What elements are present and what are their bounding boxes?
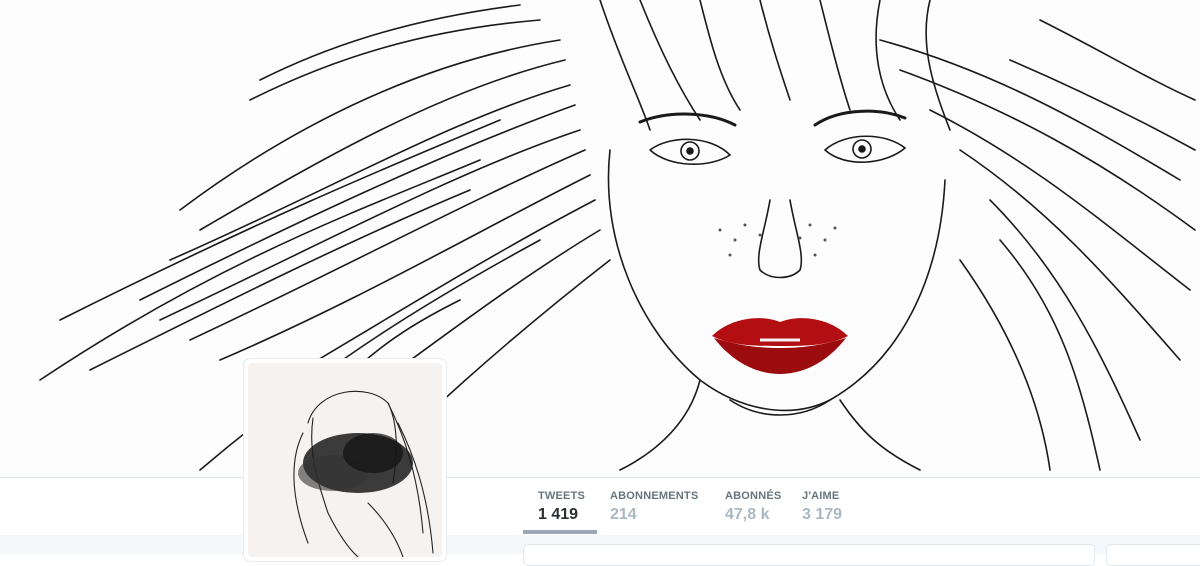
profile-stats-nav: TWEETS 1 419 ABONNEMENTS 214 ABONNÉS 47,… bbox=[523, 477, 850, 534]
stat-tweets-label: TWEETS bbox=[538, 490, 586, 502]
profile-banner bbox=[0, 0, 1200, 477]
stat-likes[interactable]: J'AIME 3 179 bbox=[790, 477, 850, 534]
avatar-image bbox=[248, 363, 442, 557]
stat-followers-label: ABONNÉS bbox=[725, 490, 782, 502]
side-card bbox=[1106, 544, 1200, 566]
red-lips bbox=[712, 318, 848, 374]
stat-tweets[interactable]: TWEETS 1 419 bbox=[523, 477, 597, 534]
stat-likes-value: 3 179 bbox=[802, 506, 843, 523]
stat-following-value: 214 bbox=[610, 506, 637, 523]
stat-likes-label: J'AIME bbox=[802, 490, 840, 502]
stat-following[interactable]: ABONNEMENTS 214 bbox=[597, 477, 709, 534]
stat-tweets-value: 1 419 bbox=[538, 506, 579, 523]
stat-followers-value: 47,8 k bbox=[725, 506, 770, 523]
avatar-illustration bbox=[293, 390, 434, 557]
banner-illustration bbox=[39, 0, 1196, 471]
profile-avatar[interactable] bbox=[244, 359, 446, 561]
stat-followers[interactable]: ABONNÉS 47,8 k bbox=[709, 477, 790, 534]
stat-following-label: ABONNEMENTS bbox=[610, 490, 699, 502]
timeline-card bbox=[523, 544, 1095, 566]
